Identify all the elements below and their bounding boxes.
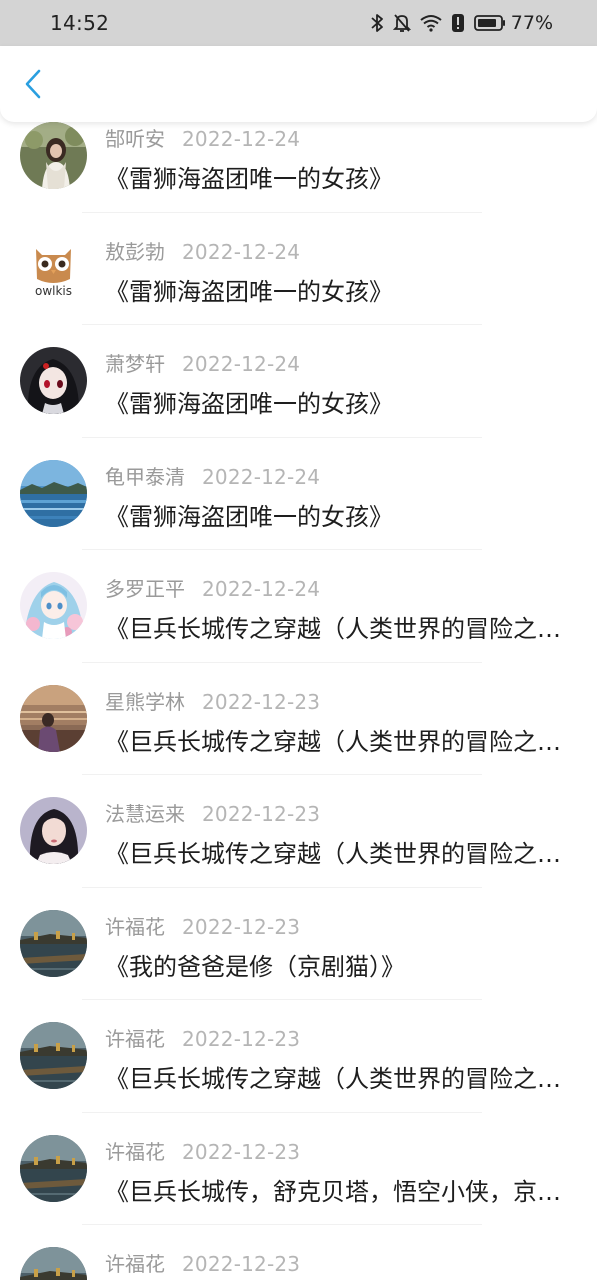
user-name: 法慧运来 — [105, 802, 185, 826]
item-meta: 许福花 2022-12-23 — [105, 1136, 300, 1165]
back-button[interactable] — [18, 68, 48, 104]
post-date: 2022-12-23 — [202, 802, 321, 826]
post-date: 2022-12-24 — [202, 577, 321, 601]
list-item[interactable]: 星熊学林 2022-12-23 《巨兵长城传之穿越（人类世界的冒险之旅）》 — [0, 663, 597, 775]
history-list[interactable]: 郜听安 2022-12-24 《雷狮海盗团唯一的女孩》 owlkis 敖彭勃 2022-1… — [0, 122, 597, 1280]
item-meta: 法慧运来 2022-12-23 — [105, 798, 320, 827]
avatar[interactable] — [20, 1247, 87, 1280]
user-name: 许福花 — [105, 1027, 165, 1051]
list-item[interactable]: 法慧运来 2022-12-23 《巨兵长城传之穿越（人类世界的冒险之旅）》 — [0, 775, 597, 888]
list-item[interactable]: owlkis 敖彭勃 2022-12-24 《雷狮海盗团唯一的女孩》 — [0, 213, 597, 325]
user-name: 多罗正平 — [105, 577, 185, 601]
mute-bell-icon — [392, 13, 411, 33]
user-name: 萧梦轩 — [105, 352, 165, 376]
avatar[interactable] — [20, 797, 87, 864]
post-date: 2022-12-23 — [202, 689, 321, 714]
post-date: 2022-12-23 — [182, 914, 301, 939]
avatar[interactable] — [20, 909, 87, 977]
list-item[interactable]: 许福花 2022-12-23 — [0, 1225, 597, 1280]
post-date: 2022-12-24 — [202, 464, 321, 489]
item-meta: 萧梦轩 2022-12-24 — [105, 348, 300, 377]
user-name: 许福花 — [105, 914, 165, 939]
avatar[interactable] — [20, 1134, 87, 1202]
status-time: 14:52 — [50, 11, 110, 35]
item-title: 《巨兵长城传之穿越（人类世界的冒险之旅）》 — [105, 727, 577, 756]
alert-icon — [451, 13, 465, 33]
item-title: 《巨兵长城传之穿越（人类世界的冒险之旅）》 — [105, 840, 577, 868]
user-name: 星熊学林 — [105, 689, 185, 714]
user-name: 敖彭勃 — [105, 239, 165, 264]
wifi-icon — [420, 14, 442, 32]
list-item[interactable]: 多罗正平 2022-12-24 《巨兵长城传之穿越（人类世界的冒险之旅）》 — [0, 550, 597, 663]
battery-indicator: 77% — [473, 12, 553, 34]
item-meta: 星熊学林 2022-12-23 — [105, 686, 320, 715]
item-meta: 龟甲泰清 2022-12-24 — [105, 461, 320, 490]
chevron-left-icon — [23, 68, 43, 104]
avatar[interactable] — [20, 1022, 87, 1089]
post-date: 2022-12-23 — [182, 1139, 301, 1164]
post-date: 2022-12-23 — [182, 1027, 301, 1051]
list-item[interactable]: 萧梦轩 2022-12-24 《雷狮海盗团唯一的女孩》 — [0, 325, 597, 438]
status-icons: 77% — [370, 12, 553, 34]
top-app-bar — [0, 46, 597, 122]
list-item[interactable]: 郜听安 2022-12-24 《雷狮海盗团唯一的女孩》 — [0, 122, 597, 213]
bluetooth-icon — [370, 13, 384, 33]
svg-text:owlkis: owlkis — [35, 284, 72, 298]
item-meta: 敖彭勃 2022-12-24 — [105, 236, 300, 265]
item-title: 《雷狮海盗团唯一的女孩》 — [105, 277, 393, 306]
status-bar: 14:52 77% — [0, 0, 597, 46]
item-title: 《雷狮海盗团唯一的女孩》 — [105, 390, 393, 418]
item-title: 《巨兵长城传，舒克贝塔，悟空小侠，京剧猫》 — [105, 1177, 577, 1206]
list-item[interactable]: 许福花 2022-12-23 《我的爸爸是修（京剧猫）》 — [0, 888, 597, 1000]
avatar[interactable] — [20, 684, 87, 752]
list-item[interactable]: 许福花 2022-12-23 《巨兵长城传，舒克贝塔，悟空小侠，京剧猫》 — [0, 1113, 597, 1225]
item-meta: 许福花 2022-12-23 — [105, 1023, 300, 1052]
post-date: 2022-12-24 — [182, 127, 301, 151]
item-title: 《巨兵长城传之穿越（人类世界的冒险之旅）》 — [105, 1065, 577, 1093]
post-date: 2022-12-24 — [182, 352, 301, 376]
post-date: 2022-12-23 — [182, 1252, 301, 1276]
item-meta: 多罗正平 2022-12-24 — [105, 573, 320, 602]
item-meta: 许福花 2022-12-23 — [105, 1248, 300, 1277]
avatar[interactable] — [20, 459, 87, 527]
avatar[interactable] — [20, 572, 87, 639]
user-name: 许福花 — [105, 1252, 165, 1276]
user-name: 许福花 — [105, 1139, 165, 1164]
list-item[interactable]: 龟甲泰清 2022-12-24 《雷狮海盗团唯一的女孩》 — [0, 438, 597, 550]
item-title: 《巨兵长城传之穿越（人类世界的冒险之旅）》 — [105, 615, 577, 643]
user-name: 郜听安 — [105, 127, 165, 151]
history-list-inner: 郜听安 2022-12-24 《雷狮海盗团唯一的女孩》 owlkis 敖彭勃 2022-1… — [0, 122, 597, 1280]
item-title: 《我的爸爸是修（京剧猫）》 — [105, 952, 405, 981]
list-item[interactable]: 许福花 2022-12-23 《巨兵长城传之穿越（人类世界的冒险之旅）》 — [0, 1000, 597, 1113]
avatar[interactable] — [20, 122, 87, 189]
item-title: 《雷狮海盗团唯一的女孩》 — [105, 165, 393, 193]
user-name: 龟甲泰清 — [105, 464, 185, 489]
avatar[interactable]: owlkis — [20, 234, 87, 302]
item-meta: 许福花 2022-12-23 — [105, 911, 300, 940]
battery-percent: 77% — [510, 12, 553, 34]
avatar[interactable] — [20, 347, 87, 414]
item-meta: 郜听安 2022-12-24 — [105, 123, 300, 152]
battery-icon — [473, 14, 506, 32]
post-date: 2022-12-24 — [182, 239, 301, 264]
item-title: 《雷狮海盗团唯一的女孩》 — [105, 502, 393, 531]
